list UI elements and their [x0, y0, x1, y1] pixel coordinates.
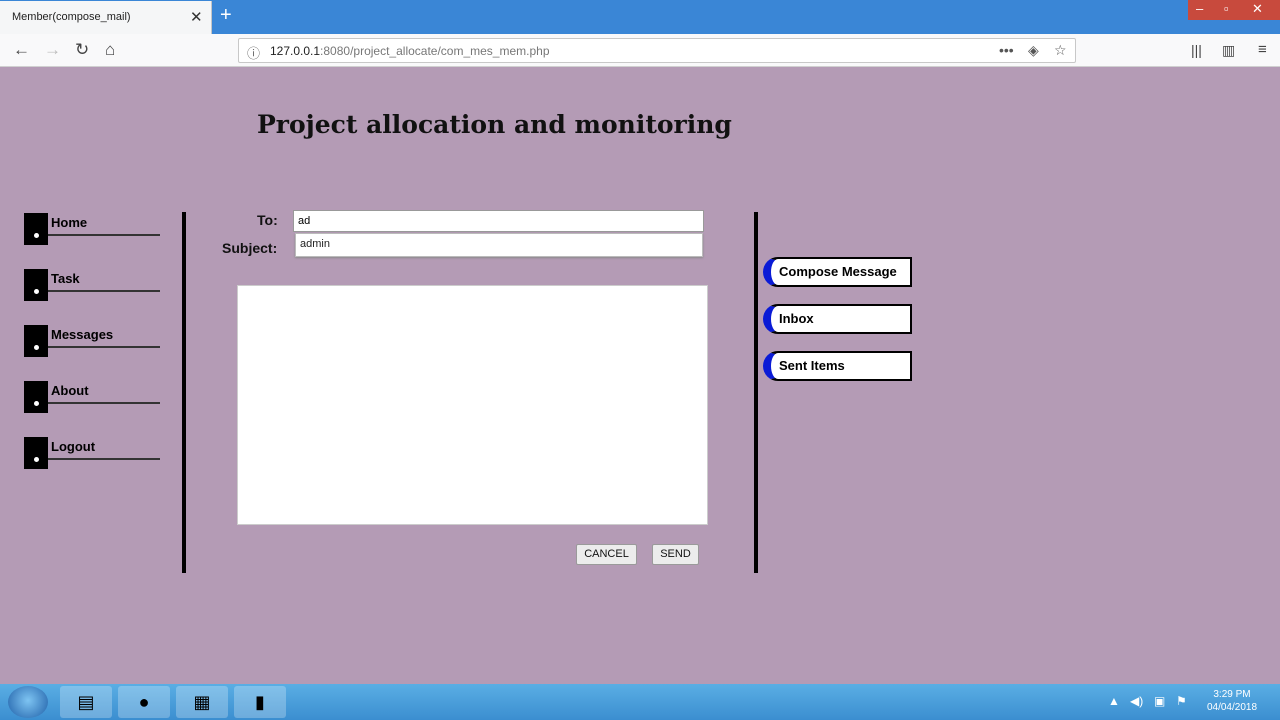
sidebar-item-messages[interactable]: Messages	[24, 325, 160, 359]
menu-icon[interactable]: ≡	[1258, 41, 1267, 58]
taskbar-clock[interactable]: 3:29 PM 04/04/2018	[1200, 688, 1264, 714]
sidebar-item-label: Messages	[51, 327, 114, 342]
sidebar-item-task[interactable]: Task	[24, 269, 160, 303]
browser-tab-bar: Member(compose_mail) ✕ + – ▫ ✕	[0, 0, 1280, 34]
notepad-icon[interactable]: ▦	[176, 686, 228, 718]
new-tab-icon[interactable]: +	[220, 4, 232, 27]
home-icon[interactable]: ⌂	[105, 40, 115, 60]
sidebar-toggle-icon[interactable]: ▥	[1222, 42, 1235, 59]
clock-date: 04/04/2018	[1206, 702, 1258, 713]
back-icon[interactable]: ←	[13, 40, 30, 60]
sidebar-underline	[48, 234, 160, 236]
windows-taskbar: ▤ ● ▦ ▮ ▲ ◀) ▣ ⚑ 3:29 PM 04/04/2018	[0, 684, 1280, 720]
sidebar-item-logout[interactable]: Logout	[24, 437, 160, 471]
tab-title: Member(compose_mail)	[12, 11, 131, 23]
reload-icon[interactable]: ↻	[75, 40, 89, 60]
right-divider	[754, 212, 758, 573]
file-explorer-icon[interactable]: ▤	[60, 686, 112, 718]
sidebar-item-label: Home	[51, 215, 88, 230]
minimize-icon[interactable]: –	[1196, 1, 1203, 16]
cancel-button[interactable]: CANCEL	[576, 544, 637, 565]
subject-label: Subject:	[222, 240, 278, 256]
page-title: Project allocation and monitoring	[257, 110, 732, 139]
inbox-button[interactable]: Inbox	[763, 304, 912, 334]
sidebar-item-label: Task	[51, 271, 80, 286]
tray-expand-icon[interactable]: ▲	[1108, 694, 1120, 708]
left-divider	[182, 212, 186, 573]
bookmark-star-icon[interactable]: ☆	[1054, 42, 1067, 59]
pocket-icon[interactable]: ◈	[1028, 42, 1039, 59]
sidebar-marker	[24, 213, 48, 245]
start-button-icon[interactable]	[8, 686, 48, 718]
sidebar-item-about[interactable]: About	[24, 381, 160, 415]
url-host: 127.0.0.1	[270, 44, 321, 58]
close-tab-icon[interactable]: ✕	[190, 8, 203, 26]
firefox-icon[interactable]: ●	[118, 686, 170, 718]
message-body-textarea[interactable]	[237, 285, 708, 525]
sidebar-underline	[48, 346, 160, 348]
library-icon[interactable]: |||	[1191, 42, 1202, 58]
forward-icon[interactable]: →	[44, 40, 61, 60]
browser-tab[interactable]: Member(compose_mail) ✕	[0, 1, 212, 34]
sidebar-item-label: About	[51, 383, 89, 398]
sidebar-marker	[24, 381, 48, 413]
sidebar-marker	[24, 269, 48, 301]
maximize-icon[interactable]: ▫	[1224, 1, 1229, 16]
app-icon[interactable]: ▮	[234, 686, 286, 718]
url-text: 127.0.0.1:8080/project_allocate/com_mes_…	[270, 44, 550, 58]
sidebar-marker	[24, 437, 48, 469]
volume-icon[interactable]: ◀)	[1130, 694, 1143, 708]
url-bar[interactable]: ⓘ 127.0.0.1:8080/project_allocate/com_me…	[238, 38, 1076, 63]
clock-time: 3:29 PM	[1213, 689, 1251, 700]
sidebar-underline	[48, 458, 160, 460]
compose-message-label: Compose Message	[779, 264, 897, 279]
browser-nav-bar: ← → ↻ ⌂ ⓘ 127.0.0.1:8080/project_allocat…	[0, 34, 1280, 67]
sent-items-button[interactable]: Sent Items	[763, 351, 912, 381]
window-controls: – ▫ ✕	[1188, 0, 1280, 20]
sidebar-underline	[48, 290, 160, 292]
compose-message-button[interactable]: Compose Message	[763, 257, 912, 287]
sent-items-label: Sent Items	[779, 358, 845, 373]
info-icon[interactable]: ⓘ	[247, 43, 260, 62]
autocomplete-dropdown[interactable]: admin	[295, 233, 703, 257]
url-path: :8080/project_allocate/com_mes_mem.php	[320, 44, 550, 58]
sidebar-item-home[interactable]: Home	[24, 213, 160, 247]
sidebar-underline	[48, 402, 160, 404]
sidebar-marker	[24, 325, 48, 357]
network-icon[interactable]: ▣	[1154, 694, 1165, 708]
window-close-icon[interactable]: ✕	[1252, 1, 1263, 17]
send-button[interactable]: SEND	[652, 544, 699, 565]
page-actions-icon[interactable]: •••	[999, 42, 1014, 58]
to-label: To:	[257, 212, 278, 228]
inbox-label: Inbox	[779, 311, 814, 326]
flag-icon[interactable]: ⚑	[1176, 694, 1187, 708]
autocomplete-option[interactable]: admin	[300, 238, 330, 250]
sidebar-item-label: Logout	[51, 439, 96, 454]
to-input[interactable]	[293, 210, 704, 232]
